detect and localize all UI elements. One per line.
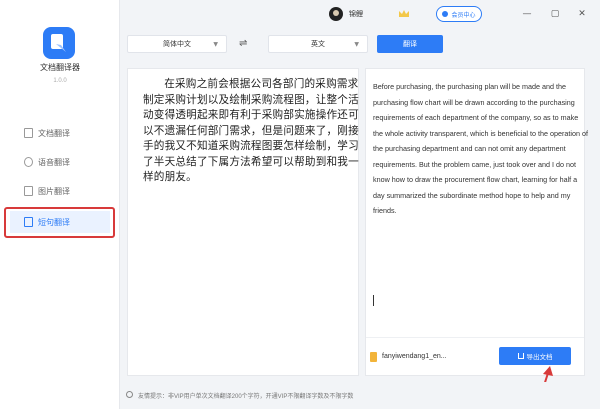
target-language-value: 英文 bbox=[311, 41, 325, 48]
image-icon bbox=[24, 186, 33, 196]
source-language-select[interactable]: 简体中文 ▼ bbox=[127, 35, 227, 53]
export-document-button[interactable]: 导出文档 bbox=[499, 347, 571, 365]
swap-languages-icon[interactable]: ⇌ bbox=[239, 38, 247, 49]
sidebar-item-label: 图片翻译 bbox=[38, 186, 70, 196]
vip-label: 会员中心 bbox=[451, 12, 476, 19]
document-icon bbox=[24, 128, 33, 138]
translated-text[interactable]: Before purchasing, the purchasing plan w… bbox=[373, 79, 588, 219]
target-language-select[interactable]: 英文 ▼ bbox=[268, 35, 368, 53]
footer-note: 友情提示：非VIP用户单次文档翻译200个字符，开通VIP不限翻译字数及不限字数 bbox=[138, 394, 354, 400]
sidebar-item-sentence-translate[interactable]: 短句翻译 bbox=[10, 211, 110, 233]
sidebar: 文档翻译器 1.0.0 文档翻译 语音翻译 图片翻译 短句翻译 bbox=[0, 0, 120, 409]
username: 锦鲤 bbox=[349, 11, 363, 18]
sidebar-item-document-translate[interactable]: 文档翻译 bbox=[10, 122, 110, 144]
microphone-icon bbox=[24, 157, 33, 167]
footer: 友情提示：非VIP用户单次文档翻译200个字符，开通VIP不限翻译字数及不限字数 bbox=[120, 382, 600, 409]
target-text-panel[interactable]: Before purchasing, the purchasing plan w… bbox=[365, 68, 588, 376]
chevron-down-icon: ▼ bbox=[354, 41, 359, 48]
sidebar-item-label: 语音翻译 bbox=[38, 157, 70, 167]
avatar[interactable] bbox=[329, 7, 343, 21]
export-label: 导出文档 bbox=[526, 354, 553, 361]
sidebar-item-label: 短句翻译 bbox=[38, 217, 70, 227]
file-icon bbox=[370, 352, 377, 362]
vip-icon bbox=[442, 11, 449, 17]
app-name: 文档翻译器 bbox=[40, 63, 80, 72]
translate-button[interactable]: 翻译 bbox=[377, 35, 443, 53]
source-text[interactable]: 在采购之前会根据公司各部门的采购需求制定采购计划以及绘制采购流程图，让整个活动变… bbox=[143, 77, 363, 186]
text-cursor bbox=[373, 295, 374, 306]
sentence-icon bbox=[24, 217, 33, 227]
sidebar-item-label: 文档翻译 bbox=[38, 128, 70, 138]
sidebar-item-image-translate[interactable]: 图片翻译 bbox=[10, 180, 110, 202]
source-text-panel[interactable]: 在采购之前会根据公司各部门的采购需求制定采购计划以及绘制采购流程图，让整个活动变… bbox=[127, 68, 359, 376]
info-icon bbox=[126, 391, 133, 398]
export-icon bbox=[517, 353, 524, 359]
sidebar-item-voice-translate[interactable]: 语音翻译 bbox=[10, 151, 110, 173]
titlebar: 锦鲤 会员中心 — ▢ ✕ bbox=[120, 0, 600, 30]
app-version: 1.0.0 bbox=[53, 78, 67, 84]
minimize-button[interactable]: — bbox=[520, 7, 534, 21]
maximize-button[interactable]: ▢ bbox=[548, 7, 562, 21]
close-button[interactable]: ✕ bbox=[575, 7, 589, 21]
output-file-name: fanyiwendang1_en... bbox=[382, 353, 447, 360]
chevron-down-icon: ▼ bbox=[213, 41, 218, 48]
crown-icon bbox=[399, 10, 409, 17]
vip-center-button[interactable]: 会员中心 bbox=[436, 6, 482, 22]
app-logo-icon bbox=[43, 27, 75, 59]
divider bbox=[366, 337, 584, 338]
source-language-value: 简体中文 bbox=[163, 41, 191, 48]
